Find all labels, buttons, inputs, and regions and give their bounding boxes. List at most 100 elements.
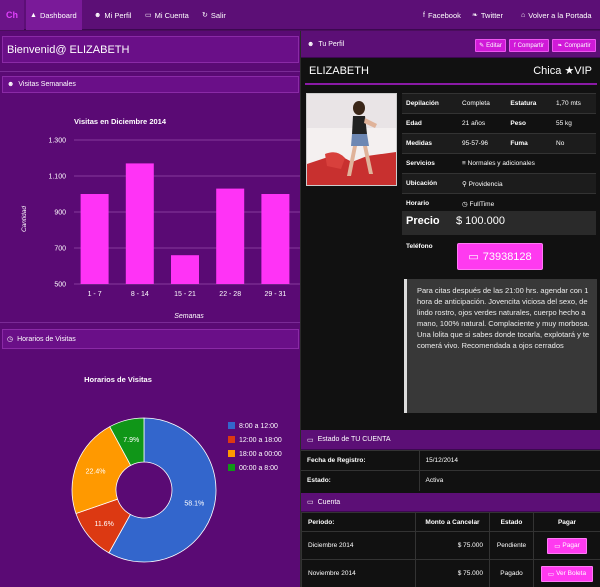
card-icon: ▭	[547, 570, 555, 578]
x-tick-label: 29 - 31	[265, 291, 287, 298]
clock-icon: ◷	[7, 336, 14, 343]
y-tick-label: 1.100	[48, 174, 66, 181]
edit-button[interactable]: ✎ Editar	[475, 39, 506, 52]
user-icon: ☻	[307, 40, 315, 48]
legend-swatch	[228, 450, 235, 457]
estado-value: Activa	[419, 470, 600, 491]
estado-cell: Pagado	[489, 559, 534, 587]
y-tick-label: 1.300	[48, 138, 66, 145]
attr-key: Estatura	[506, 93, 552, 114]
precio-label: Precio	[406, 215, 440, 227]
ver-boleta-button-label: Ver Boleta	[556, 570, 587, 577]
attr-key: Medidas	[402, 133, 459, 154]
attr-row: Medidas 95-57-96 Fuma No	[402, 133, 596, 154]
estado-panel-header: ▭ Estado de TU CUENTA	[301, 430, 600, 450]
share-facebook-button[interactable]: f Compartir	[509, 39, 549, 52]
map-marker-icon: ⚲	[462, 180, 467, 188]
estado-cell: Pendiente	[489, 531, 534, 560]
legend-swatch	[228, 436, 235, 443]
profile-photo[interactable]	[306, 93, 397, 186]
nav-facebook-label: Facebook	[427, 10, 461, 20]
chart-title: Horarios de Visitas	[84, 375, 152, 384]
periodo-cell: Noviembre 2014	[301, 559, 416, 587]
left-column: Bienvenid@ ELIZABETH ☻ Visitas Semanales…	[0, 31, 300, 587]
slice-label: 22.4%	[86, 469, 106, 476]
x-tick-label: 8 - 14	[131, 291, 149, 298]
table-row: Fecha de Registro: 15/12/2014	[301, 450, 600, 471]
profile-attributes: Depilación Completa Estatura 1,70 mts Ed…	[402, 93, 596, 214]
cuenta-panel-title: Cuenta	[317, 498, 341, 506]
x-tick-label: 15 - 21	[174, 291, 196, 298]
divider	[305, 83, 597, 85]
attr-key: Fuma	[506, 133, 552, 154]
phone-button[interactable]: ▭ 73938128	[457, 243, 543, 270]
attr-value: No	[552, 133, 596, 154]
brand-logo[interactable]: Ch	[0, 0, 24, 30]
edit-icon: ✎	[479, 43, 485, 49]
x-axis-label: Semanas	[174, 313, 204, 320]
users-icon: ☻	[7, 81, 15, 88]
bar[interactable]	[171, 255, 199, 284]
estado-key: Fecha de Registro:	[301, 450, 420, 471]
nav-mi-cuenta[interactable]: ▭ Mi Cuenta	[141, 0, 193, 30]
slice-label: 58.1%	[184, 501, 204, 508]
phone-icon: ▭	[468, 251, 479, 263]
horarios-panel-header: ◷ Horarios de Visitas	[2, 329, 299, 349]
periodo-cell: Diciembre 2014	[301, 531, 416, 560]
legend-label: 8:00 a 12:00	[239, 423, 278, 430]
precio-value: $ 100.000	[456, 215, 505, 227]
nav-dashboard[interactable]: ▲ Dashboard	[26, 0, 82, 30]
servicios-value: Normales y adicionales	[467, 160, 535, 167]
attr-row-servicios: Servicios ≡ Normales y adicionales	[402, 153, 596, 174]
bar[interactable]	[216, 188, 245, 284]
twitter-icon: ❧	[472, 12, 478, 19]
dashboard-icon: ▲	[30, 11, 37, 19]
nav-facebook[interactable]: f Facebook	[419, 0, 465, 30]
chart-title: Visitas en Diciembre 2014	[74, 117, 167, 126]
estado-key: Estado:	[301, 470, 420, 491]
bar[interactable]	[80, 194, 109, 284]
card-icon: ▭	[145, 12, 152, 19]
ver-boleta-button[interactable]: ▭ Ver Boleta	[540, 565, 594, 582]
nav-salir-label: Salir	[210, 10, 226, 20]
twitter-icon: ❧	[557, 43, 563, 49]
horario-value: FullTime	[469, 200, 495, 208]
x-tick-label: 22 - 28	[219, 291, 241, 298]
bar[interactable]	[125, 163, 154, 284]
share-twitter-label: Compartir	[564, 42, 591, 49]
column-header: Monto a Cancelar	[415, 512, 490, 532]
horarios-donut-chart: Horarios de Visitas 58.1%11.6%22.4%7.9% …	[71, 375, 282, 563]
nav-twitter[interactable]: ❧ Twitter	[468, 0, 507, 30]
facebook-icon: f	[423, 11, 425, 19]
cuenta-panel-header: ▭ Cuenta	[301, 493, 600, 512]
y-axis-label: Cantidad	[21, 206, 28, 232]
facebook-icon: f	[513, 42, 516, 49]
nav-dashboard-label: Dashboard	[39, 10, 77, 20]
welcome-header: Bienvenid@ ELIZABETH	[2, 36, 299, 63]
estado-value: 15/12/2014	[419, 450, 600, 471]
share-facebook-label: Compartir	[517, 42, 544, 49]
pagar-button[interactable]: ▭ Pagar	[547, 537, 587, 554]
nav-mi-cuenta-label: Mi Cuenta	[154, 10, 189, 20]
estado-table: Fecha de Registro: 15/12/2014 Estado: Ac…	[301, 450, 600, 491]
nav-mi-perfil[interactable]: ☻ Mi Perfil	[90, 0, 135, 30]
attr-value: ≡ Normales y adicionales	[458, 153, 596, 174]
nav-salir[interactable]: ↻ Salir	[198, 0, 230, 30]
bar[interactable]	[261, 194, 290, 284]
share-twitter-button[interactable]: ❧ Compartir	[552, 39, 596, 52]
pagar-button-label: Pagar	[562, 542, 580, 549]
weekly-visits-chart: Visitas en Diciembre 2014 1 - 7 8 - 14 15 …	[21, 117, 300, 320]
nav-portada[interactable]: ⌂ Volver a la Portada	[517, 0, 596, 30]
attr-row-ubicacion: Ubicación ⚲ Providencia	[402, 173, 596, 194]
profile-category: Chica ★VIP	[533, 65, 592, 77]
nav-portada-label: Volver a la Portada	[528, 10, 592, 20]
table-row: Noviembre 2014 $ 75.000 Pagado ▭ Ver Bol…	[301, 559, 600, 587]
column-header: Estado	[489, 512, 534, 532]
ubicacion-value: Providencia	[468, 180, 503, 188]
attr-key: Depilación	[402, 93, 459, 114]
slice-label: 11.6%	[94, 521, 113, 528]
column-header: Periodo:	[301, 512, 416, 532]
y-tick-label: 700	[54, 246, 66, 253]
divider	[0, 322, 300, 323]
user-icon: ☻	[94, 11, 102, 19]
